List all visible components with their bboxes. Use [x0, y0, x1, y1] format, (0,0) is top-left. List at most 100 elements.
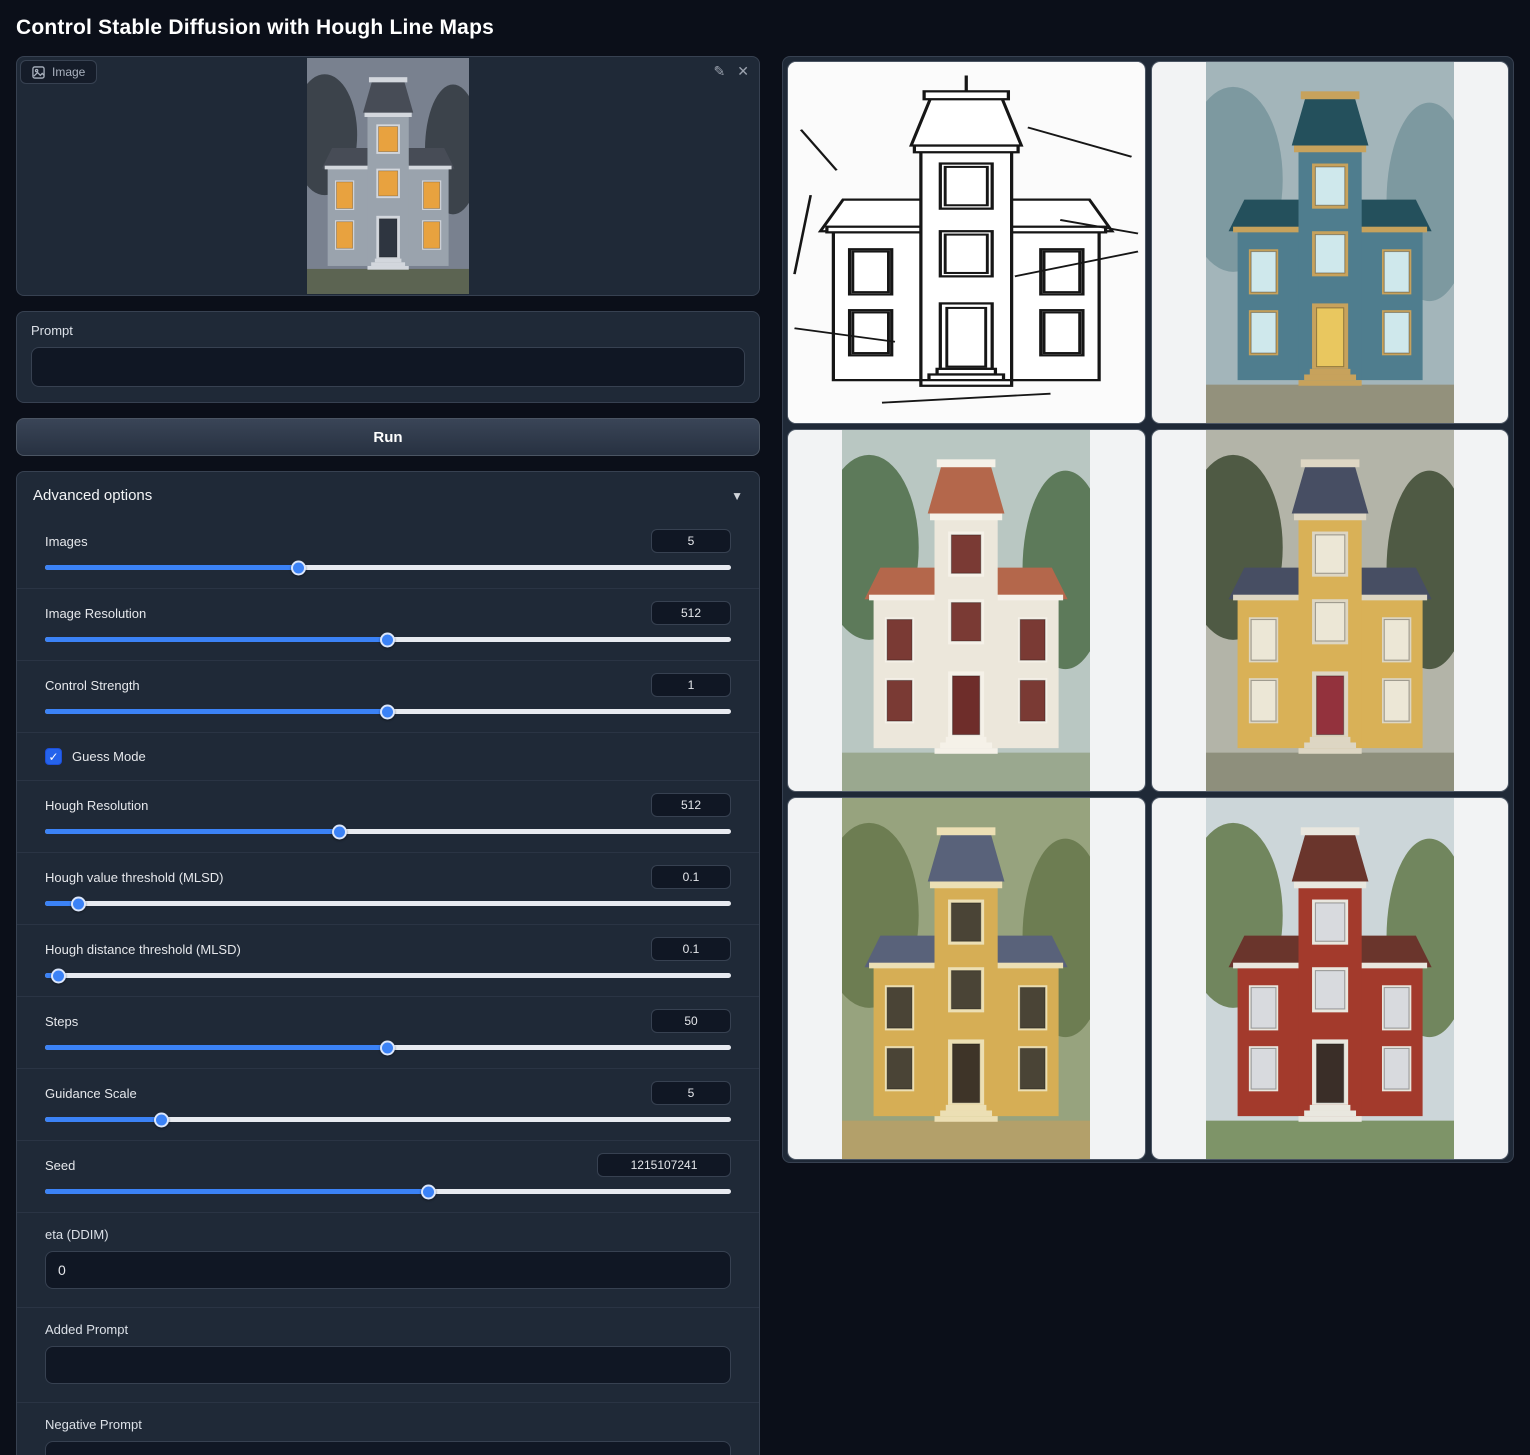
gallery-item-hough-map[interactable] — [787, 61, 1146, 424]
slider-label: Image Resolution — [45, 606, 146, 621]
slider-label: Steps — [45, 1014, 78, 1029]
gallery-item-result-2[interactable] — [787, 429, 1146, 792]
guess-mode-checkbox[interactable]: ✓ — [45, 748, 62, 765]
hough-line-map-image — [788, 62, 1145, 423]
slider-steps: Steps — [17, 996, 759, 1068]
slider-hough-value-threshold: Hough value threshold (MLSD) — [17, 852, 759, 924]
prompt-input[interactable] — [31, 347, 745, 387]
result-image-5 — [1206, 798, 1454, 1159]
slider-value-input[interactable] — [651, 529, 731, 553]
slider-value-input[interactable] — [651, 1009, 731, 1033]
slider-value-input[interactable] — [651, 937, 731, 961]
app-root: Control Stable Diffusion with Hough Line… — [0, 0, 1530, 1455]
prompt-label: Prompt — [31, 323, 745, 338]
slider-fill — [45, 829, 340, 834]
prompt-panel: Prompt — [16, 311, 760, 403]
result-image-2 — [842, 430, 1090, 791]
slider-seed: Seed — [17, 1140, 759, 1212]
slider-track[interactable] — [45, 709, 731, 714]
page-title: Control Stable Diffusion with Hough Line… — [16, 16, 1514, 40]
advanced-options-title: Advanced options — [33, 487, 152, 504]
slider-fill — [45, 565, 299, 570]
added-prompt-field: Added Prompt — [17, 1307, 759, 1402]
slider-control-strength: Control Strength — [17, 660, 759, 732]
slider-label: Hough value threshold (MLSD) — [45, 870, 223, 885]
result-image-1 — [1206, 62, 1454, 423]
eta-label: eta (DDIM) — [45, 1227, 731, 1242]
slider-value-input[interactable] — [651, 793, 731, 817]
slider-label: Hough Resolution — [45, 798, 148, 813]
run-button[interactable]: Run — [16, 418, 760, 456]
slider-hough-resolution: Hough Resolution — [17, 780, 759, 852]
slider-value-input[interactable] — [651, 673, 731, 697]
slider-fill — [45, 1117, 162, 1122]
edit-image-button[interactable]: ✎ — [714, 64, 726, 78]
uploaded-image — [307, 58, 469, 294]
slider-handle[interactable] — [421, 1184, 436, 1199]
close-icon: ✕ — [737, 63, 749, 79]
slider-track[interactable] — [45, 1045, 731, 1050]
slider-track[interactable] — [45, 973, 731, 978]
eta-input[interactable] — [45, 1251, 731, 1289]
slider-handle[interactable] — [380, 632, 395, 647]
slider-image-resolution: Image Resolution — [17, 588, 759, 660]
slider-fill — [45, 1189, 429, 1194]
gallery-item-result-4[interactable] — [787, 797, 1146, 1160]
advanced-options-accordion: Advanced options ▼ Images Ima — [16, 471, 760, 1455]
slider-fill — [45, 973, 59, 978]
image-upload-panel: Image ✎ ✕ — [16, 56, 760, 296]
slider-label: Seed — [45, 1158, 75, 1173]
advanced-options-header[interactable]: Advanced options ▼ — [17, 472, 759, 517]
results-gallery — [782, 56, 1514, 1163]
slider-handle[interactable] — [380, 704, 395, 719]
slider-fill — [45, 637, 388, 642]
slider-handle[interactable] — [332, 824, 347, 839]
guess-mode-label: Guess Mode — [72, 749, 146, 764]
negative-prompt-label: Negative Prompt — [45, 1417, 731, 1432]
slider-fill — [45, 709, 388, 714]
slider-track[interactable] — [45, 637, 731, 642]
image-label: Image — [20, 60, 97, 84]
slider-track[interactable] — [45, 1189, 731, 1194]
controls-column: Image ✎ ✕ Prompt Run Advanced options ▼ — [16, 56, 760, 1455]
added-prompt-label: Added Prompt — [45, 1322, 731, 1337]
negative-prompt-field: Negative Prompt — [17, 1402, 759, 1455]
slider-label: Control Strength — [45, 678, 140, 693]
slider-value-input[interactable] — [651, 865, 731, 889]
gallery-item-result-1[interactable] — [1151, 61, 1510, 424]
slider-handle[interactable] — [291, 560, 306, 575]
slider-value-input[interactable] — [597, 1153, 731, 1177]
clear-image-button[interactable]: ✕ — [737, 64, 749, 78]
slider-guidance-scale: Guidance Scale — [17, 1068, 759, 1140]
slider-track[interactable] — [45, 565, 731, 570]
gallery-item-result-5[interactable] — [1151, 797, 1510, 1160]
slider-label: Hough distance threshold (MLSD) — [45, 942, 241, 957]
result-image-4 — [842, 798, 1090, 1159]
added-prompt-input[interactable] — [45, 1346, 731, 1384]
slider-handle[interactable] — [154, 1112, 169, 1127]
gallery-item-result-3[interactable] — [1151, 429, 1510, 792]
slider-fill — [45, 1045, 388, 1050]
slider-handle[interactable] — [51, 968, 66, 983]
slider-value-input[interactable] — [651, 601, 731, 625]
slider-track[interactable] — [45, 829, 731, 834]
image-label-text: Image — [52, 65, 85, 79]
slider-handle[interactable] — [380, 1040, 395, 1055]
results-column — [782, 56, 1514, 1163]
slider-track[interactable] — [45, 901, 731, 906]
slider-label: Guidance Scale — [45, 1086, 137, 1101]
slider-value-input[interactable] — [651, 1081, 731, 1105]
slider-label: Images — [45, 534, 88, 549]
slider-track[interactable] — [45, 1117, 731, 1122]
guess-mode-row: ✓ Guess Mode — [17, 732, 759, 780]
eta-field: eta (DDIM) — [17, 1212, 759, 1307]
slider-handle[interactable] — [71, 896, 86, 911]
slider-fill — [45, 901, 79, 906]
image-toolbar: ✎ ✕ — [714, 64, 749, 78]
pencil-icon: ✎ — [714, 63, 726, 79]
negative-prompt-input[interactable] — [45, 1441, 731, 1455]
slider-images: Images — [17, 517, 759, 588]
result-image-3 — [1206, 430, 1454, 791]
image-icon — [32, 66, 45, 79]
check-icon: ✓ — [48, 751, 58, 763]
